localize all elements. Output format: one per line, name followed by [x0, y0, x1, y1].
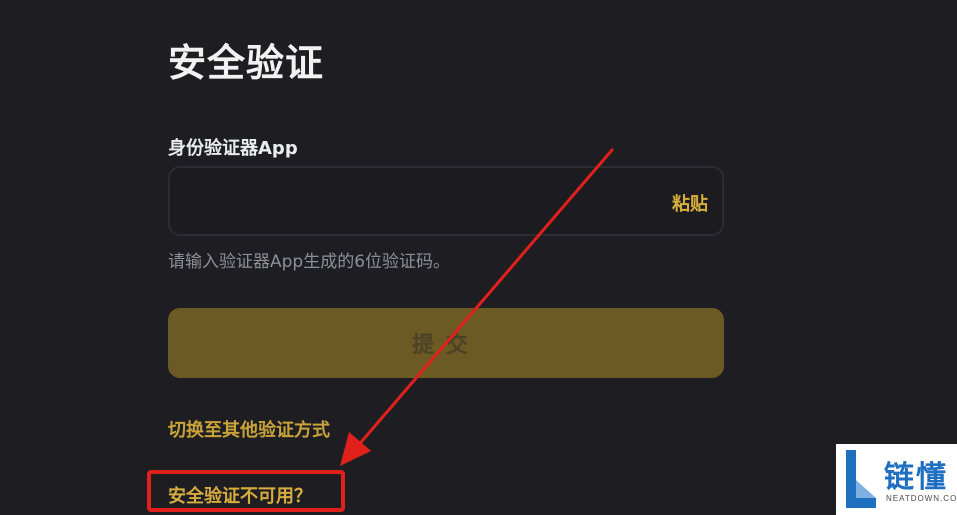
- submit-button[interactable]: 提交: [168, 308, 724, 378]
- watermark-domain: NEATDOWN.COM: [886, 494, 957, 503]
- watermark: 链懂 NEATDOWN.COM: [836, 444, 957, 515]
- code-input-container: 粘贴: [168, 166, 724, 236]
- authenticator-field-label: 身份验证器App: [168, 138, 298, 159]
- switch-verification-method-link[interactable]: 切换至其他验证方式: [168, 416, 330, 442]
- paste-button[interactable]: 粘贴: [672, 190, 708, 216]
- annotation-arrow-icon: [340, 148, 614, 466]
- verification-code-input[interactable]: [170, 168, 640, 234]
- annotation-highlight-box: [147, 470, 345, 512]
- neatdown-logo-icon: [846, 450, 876, 508]
- page-title: 安全验证: [168, 41, 325, 85]
- input-hint-text: 请输入验证器App生成的6位验证码。: [168, 252, 451, 272]
- watermark-name: 链懂: [884, 460, 948, 495]
